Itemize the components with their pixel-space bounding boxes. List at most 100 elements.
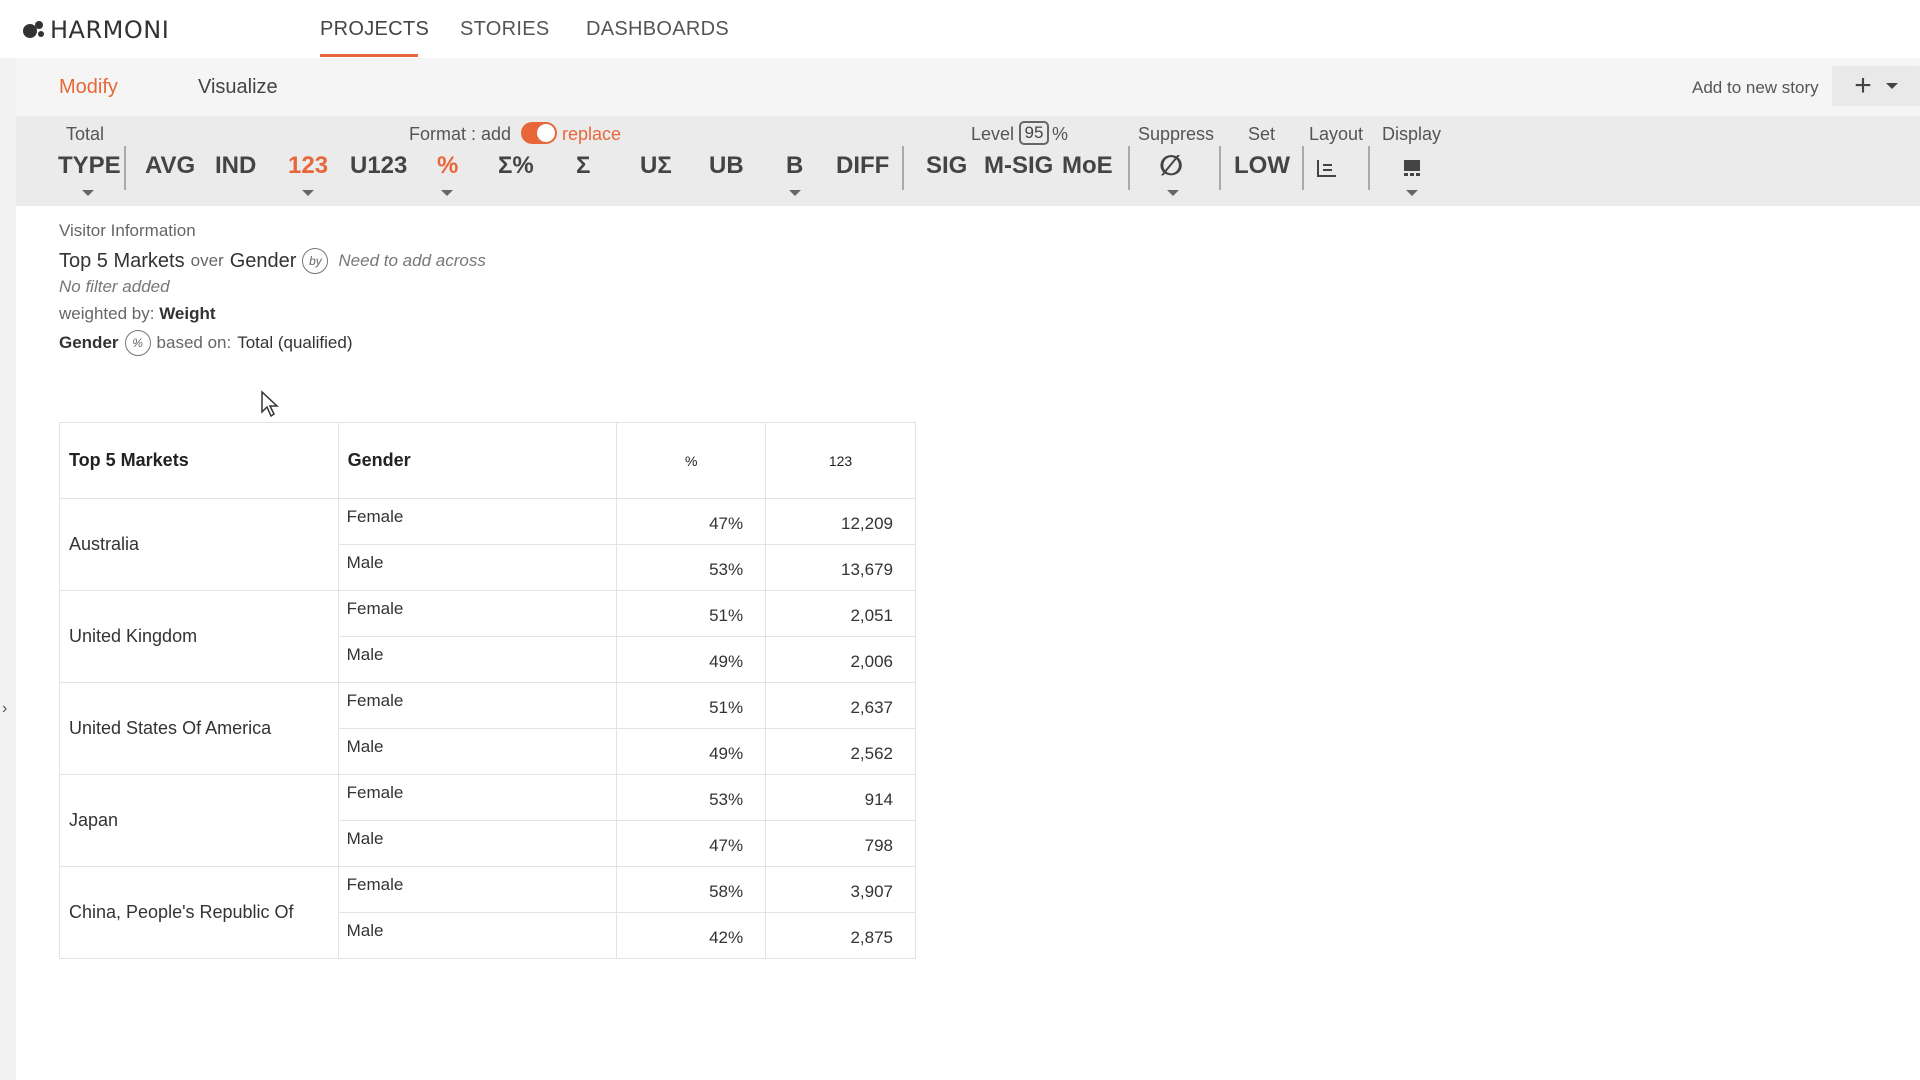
count-cell: 2,875 — [765, 912, 916, 959]
type-caret-icon[interactable] — [82, 190, 94, 196]
market-cell: United States Of America — [59, 682, 339, 775]
count-cell: 2,562 — [765, 728, 916, 775]
sub-header: Modify Visualize Add to new story + — [16, 58, 1920, 116]
header-percent[interactable]: % — [616, 422, 767, 499]
ub-button[interactable]: UB — [709, 152, 744, 180]
table-row: China, People's Republic Of Female 58% 3… — [59, 866, 916, 959]
type-button[interactable]: TYPE — [58, 152, 121, 180]
sig-button[interactable]: SIG — [926, 152, 967, 180]
chevron-right-icon[interactable]: › — [2, 700, 7, 718]
count-cell: 3,907 — [765, 866, 916, 913]
level-input[interactable]: 95 — [1019, 121, 1049, 145]
total-label: Total — [66, 124, 105, 144]
set-low-button[interactable]: LOW — [1234, 152, 1290, 180]
harmoni-logo-icon — [23, 21, 44, 38]
gender-cell: Female — [337, 774, 618, 821]
percent-cell: 53% — [616, 774, 767, 821]
add-story-button[interactable]: + — [1832, 66, 1920, 106]
count-cell: 13,679 — [765, 544, 916, 591]
m-sig-button[interactable]: M-SIG — [984, 152, 1053, 180]
moe-button[interactable]: MoE — [1062, 152, 1113, 180]
b-caret-icon[interactable] — [789, 190, 801, 196]
toolbar-divider — [902, 146, 904, 190]
layout-icon[interactable] — [1316, 158, 1338, 178]
percent-caret-icon[interactable] — [441, 190, 453, 196]
table-header-row: Top 5 Markets Gender % 123 — [59, 422, 916, 499]
table-row: United Kingdom Female 51% 2,051 — [59, 590, 916, 683]
percent-cell: 47% — [616, 498, 767, 545]
nav-dashboards[interactable]: DASHBOARDS — [586, 18, 729, 41]
tab-modify[interactable]: Modify — [59, 76, 118, 99]
percent-cell: 58% — [616, 866, 767, 913]
u123-button[interactable]: U123 — [350, 152, 407, 180]
toolbar-divider — [124, 146, 126, 190]
brand-logo[interactable]: HARMONI — [22, 16, 169, 44]
by-badge-icon[interactable]: by — [302, 248, 329, 274]
diff-button[interactable]: DIFF — [836, 152, 889, 180]
count-cell: 2,637 — [765, 682, 916, 729]
column-variable[interactable]: Gender — [230, 250, 297, 273]
display-caret-icon[interactable] — [1406, 190, 1418, 196]
toolbar-divider — [1368, 146, 1370, 190]
percent-cell: 51% — [616, 682, 767, 729]
row-variable[interactable]: Top 5 Markets — [59, 250, 185, 273]
table-definition: Top 5 Markets over Gender by Need to add… — [59, 248, 486, 274]
market-cell: Australia — [59, 498, 339, 591]
count-caret-icon[interactable] — [302, 190, 314, 196]
table-row: Japan Female 53% 914 — [59, 774, 916, 867]
header-gender[interactable]: Gender — [337, 422, 618, 499]
suppress-label: Suppress — [1138, 124, 1215, 144]
plus-icon: + — [1854, 69, 1872, 102]
header-top-5-markets[interactable]: Top 5 Markets — [59, 422, 339, 499]
gender-cell: Male — [337, 912, 618, 959]
count-cell: 798 — [765, 820, 916, 867]
replace-label: replace — [562, 124, 622, 144]
layout-label: Layout — [1309, 124, 1364, 144]
percent-variable[interactable]: Gender — [59, 333, 119, 353]
based-on-label: based on: — [156, 333, 232, 352]
ind-button[interactable]: IND — [215, 152, 256, 180]
gender-cell: Female — [337, 866, 618, 913]
toolbar: Total TYPE AVG IND 123 U123 % Format : a… — [16, 116, 1920, 206]
percent-badge-icon[interactable]: % — [124, 330, 151, 356]
toolbar-divider — [1128, 146, 1130, 190]
u-sigma-button[interactable]: UΣ — [640, 152, 672, 180]
percent-button[interactable]: % — [437, 152, 458, 180]
count-button[interactable]: 123 — [288, 152, 328, 180]
gender-cell: Male — [337, 820, 618, 867]
level-label: Level — [971, 124, 1015, 144]
based-on-value[interactable]: Total (qualified) — [237, 333, 352, 353]
top-nav: HARMONI PROJECTS STORIES DASHBOARDS — [0, 0, 1920, 58]
suppress-caret-icon[interactable] — [1167, 190, 1179, 196]
header-count[interactable]: 123 — [765, 422, 916, 499]
nav-projects[interactable]: PROJECTS — [320, 18, 429, 41]
format-label: Format : add — [409, 124, 512, 144]
gender-cell: Female — [337, 590, 618, 637]
sigma-button[interactable]: Σ — [576, 152, 590, 180]
tab-visualize[interactable]: Visualize — [198, 76, 278, 99]
sigma-percent-button[interactable]: Σ% — [498, 152, 534, 180]
count-cell: 2,006 — [765, 636, 916, 683]
weight-value[interactable]: Weight — [159, 304, 215, 323]
over-label: over — [190, 251, 224, 270]
b-button[interactable]: B — [786, 152, 803, 180]
table-row: United States Of America Female 51% 2,63… — [59, 682, 916, 775]
mouse-cursor-icon — [261, 390, 279, 418]
market-cell: China, People's Republic Of — [59, 866, 339, 959]
count-cell: 2,051 — [765, 590, 916, 637]
display-icon[interactable] — [1402, 158, 1422, 178]
percent-cell: 47% — [616, 820, 767, 867]
filter-status[interactable]: No filter added — [59, 277, 170, 297]
format-toggle[interactable] — [521, 122, 557, 144]
count-cell: 12,209 — [765, 498, 916, 545]
add-to-new-story-label[interactable]: Add to new story — [1692, 78, 1819, 98]
need-to-add-across[interactable]: Need to add across — [338, 251, 485, 271]
gender-cell: Male — [337, 728, 618, 775]
nav-stories[interactable]: STORIES — [460, 18, 550, 41]
toolbar-divider — [1219, 146, 1221, 190]
suppress-icon[interactable]: ∅ — [1159, 149, 1183, 182]
avg-button[interactable]: AVG — [145, 152, 195, 180]
set-label: Set — [1248, 124, 1276, 144]
percent-cell: 49% — [616, 728, 767, 775]
left-panel-strip[interactable]: › — [0, 58, 16, 1080]
